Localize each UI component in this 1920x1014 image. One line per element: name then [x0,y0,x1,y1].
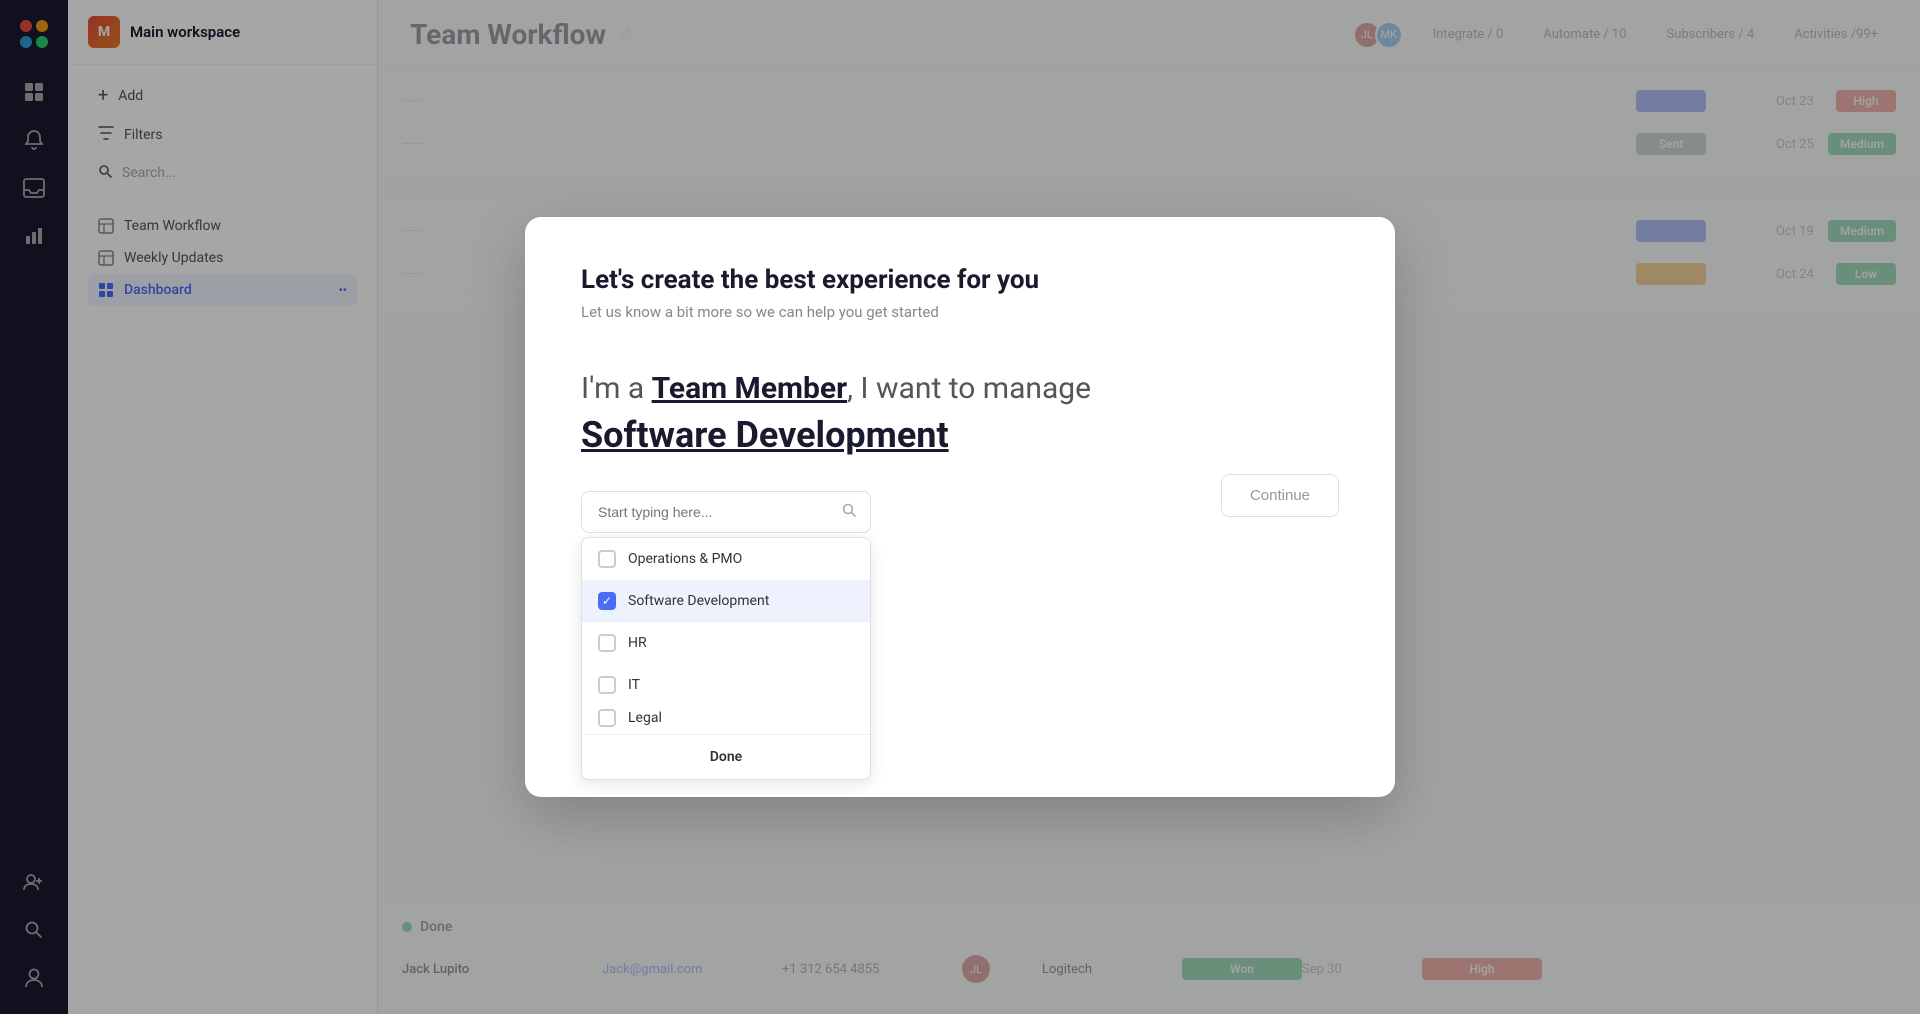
search-icon-dropdown [841,502,857,522]
modal: Let's create the best experience for you… [525,217,1395,797]
dropdown-item-legal[interactable]: Legal [582,706,870,734]
modal-subtitle: Let us know a bit more so we can help yo… [581,303,1339,321]
dropdown-item-software-development[interactable]: Software Development [582,580,870,622]
modal-overlay: Let's create the best experience for you… [0,0,1920,1014]
search-input[interactable] [581,491,871,533]
dropdown-item-operations-pmo[interactable]: Operations & PMO [582,538,870,580]
domain-highlight: Software Development [581,412,1339,459]
dropdown-container: Operations & PMO Software Development HR… [581,491,871,533]
continue-button[interactable]: Continue [1221,474,1339,517]
checkbox-operations-pmo[interactable] [598,550,616,568]
checkbox-software-development[interactable] [598,592,616,610]
dropdown-item-it[interactable]: IT [582,664,870,706]
role-highlight: Team Member [652,371,847,406]
checkbox-it[interactable] [598,676,616,694]
done-button[interactable]: Done [582,734,870,779]
dropdown-item-hr[interactable]: HR [582,622,870,664]
checkbox-hr[interactable] [598,634,616,652]
modal-title: Let's create the best experience for you [581,265,1339,295]
checkbox-legal[interactable] [598,709,616,727]
modal-sentence: I'm a Team Member, I want to manage Soft… [581,369,1339,459]
dropdown-list: Operations & PMO Software Development HR… [581,537,871,780]
